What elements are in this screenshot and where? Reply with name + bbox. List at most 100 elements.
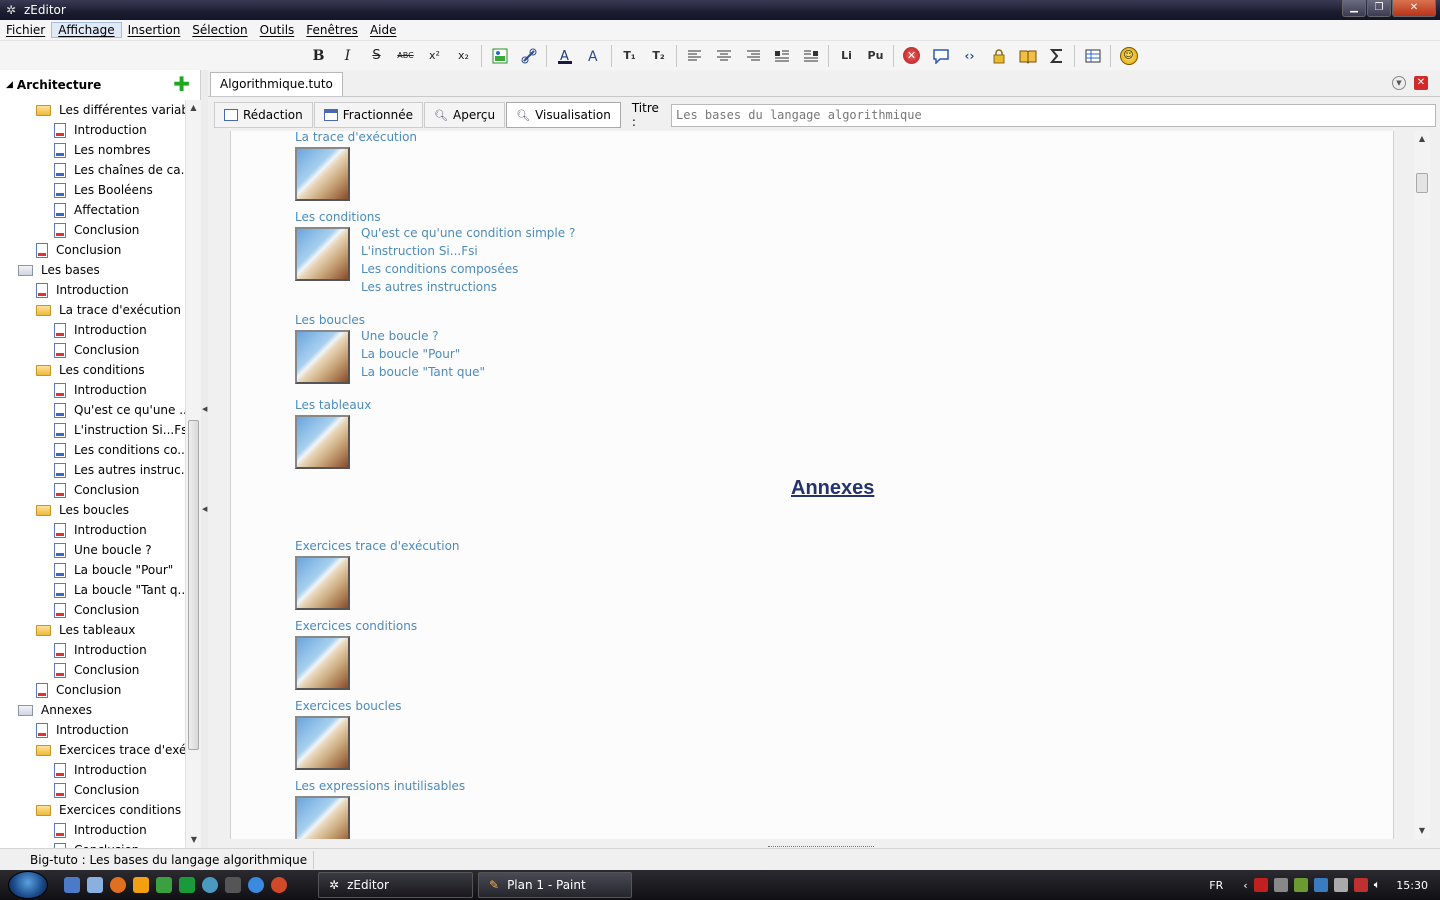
title1-button[interactable]: T₁ bbox=[617, 44, 643, 68]
tree-item[interactable]: Une boucle ? bbox=[0, 540, 185, 560]
section-link[interactable]: Les boucles bbox=[295, 313, 365, 327]
code-icon[interactable]: ‹› bbox=[957, 44, 983, 68]
annex-section-link[interactable]: Exercices conditions bbox=[295, 619, 417, 633]
app-icon[interactable] bbox=[248, 877, 264, 893]
align-left-icon[interactable] bbox=[682, 44, 708, 68]
show-desktop-icon[interactable] bbox=[64, 877, 80, 893]
float-left-icon[interactable] bbox=[769, 44, 795, 68]
task-zeditor[interactable]: ✲ zEditor bbox=[318, 872, 473, 898]
section-link[interactable]: Les conditions bbox=[295, 210, 381, 224]
title2-button[interactable]: T₂ bbox=[646, 44, 672, 68]
menu-selection[interactable]: Sélection bbox=[186, 23, 253, 37]
tab-algorithmique[interactable]: Algorithmique.tuto bbox=[210, 72, 343, 96]
tree-item[interactable]: Annexes bbox=[0, 700, 185, 720]
tree-item[interactable]: Introduction bbox=[0, 380, 185, 400]
ati-icon[interactable] bbox=[1253, 878, 1268, 892]
close-button[interactable]: ✕ bbox=[1392, 0, 1436, 17]
link-icon[interactable] bbox=[516, 44, 542, 68]
maximize-button[interactable]: ❐ bbox=[1367, 0, 1391, 17]
tray-app-icon[interactable] bbox=[1273, 878, 1288, 892]
float-right-icon[interactable] bbox=[798, 44, 824, 68]
tree-item[interactable]: Les chaînes de ca... bbox=[0, 160, 185, 180]
task-paint[interactable]: ✎ Plan 1 - Paint bbox=[478, 872, 632, 898]
font-color-icon[interactable]: A bbox=[552, 44, 578, 68]
subsection-link[interactable]: Une boucle ? bbox=[361, 327, 485, 345]
tree-item[interactable]: La boucle "Pour" bbox=[0, 560, 185, 580]
section-link[interactable]: La trace d'exécution bbox=[295, 131, 417, 144]
menu-fenetres[interactable]: Fenêtres bbox=[300, 23, 364, 37]
explorer-icon[interactable] bbox=[87, 877, 103, 893]
tree-item[interactable]: Les conditions bbox=[0, 360, 185, 380]
tree-item[interactable]: Les Booléens bbox=[0, 180, 185, 200]
clock[interactable]: 15:30 bbox=[1396, 879, 1428, 892]
viewer-scrollbar[interactable]: ▲ ▼ bbox=[1414, 131, 1430, 839]
tree-item[interactable]: Les conditions co... bbox=[0, 440, 185, 460]
mode-apercu[interactable]: 🔍︎ Aperçu bbox=[424, 102, 506, 128]
book-icon[interactable] bbox=[1015, 44, 1041, 68]
tree-item[interactable]: Introduction bbox=[0, 280, 185, 300]
subsection-link[interactable]: La boucle "Tant que" bbox=[361, 363, 485, 381]
security-icon[interactable] bbox=[1353, 878, 1368, 892]
tree-item[interactable]: Les boucles bbox=[0, 500, 185, 520]
smiley-icon[interactable]: ☺ bbox=[1116, 44, 1142, 68]
list-button[interactable]: Li bbox=[834, 44, 860, 68]
close-tab-icon[interactable]: ✕ bbox=[1414, 76, 1428, 90]
zeditor-quick-icon[interactable] bbox=[225, 877, 241, 893]
tree-item[interactable]: Conclusion bbox=[0, 480, 185, 500]
sidebar-scrollbar[interactable]: ▲ ▼ bbox=[185, 100, 201, 848]
tree-item[interactable]: La boucle "Tant q... bbox=[0, 580, 185, 600]
quote-icon[interactable] bbox=[928, 44, 954, 68]
italic-button[interactable]: I bbox=[335, 44, 361, 68]
math-icon[interactable] bbox=[1044, 44, 1070, 68]
tree-item[interactable]: Introduction bbox=[0, 520, 185, 540]
font-size-icon[interactable]: A bbox=[581, 44, 607, 68]
tree-item[interactable]: Conclusion bbox=[0, 240, 185, 260]
tree-item[interactable]: Affectation bbox=[0, 200, 185, 220]
tree-item[interactable]: Introduction bbox=[0, 760, 185, 780]
annex-section-link[interactable]: Exercices trace d'exécution bbox=[295, 539, 460, 553]
tree-item[interactable]: Exercices trace d'exéc... bbox=[0, 740, 185, 760]
tree-item[interactable]: Conclusion bbox=[0, 780, 185, 800]
tree-item[interactable]: Introduction bbox=[0, 120, 185, 140]
align-right-icon[interactable] bbox=[740, 44, 766, 68]
mode-redaction[interactable]: Rédaction bbox=[214, 102, 313, 128]
start-button[interactable] bbox=[8, 871, 48, 899]
menu-aide[interactable]: Aide bbox=[364, 23, 403, 37]
menu-fichier[interactable]: Fichier bbox=[0, 23, 51, 37]
subscript-button[interactable]: x₂ bbox=[451, 44, 477, 68]
annex-section-link[interactable]: Exercices boucles bbox=[295, 699, 401, 713]
scroll-down-arrow-icon[interactable]: ▼ bbox=[1414, 823, 1430, 839]
title-input[interactable]: Les bases du langage algorithmique bbox=[671, 103, 1436, 127]
volume-icon[interactable]: 🔈︎ bbox=[1374, 878, 1381, 892]
scroll-down-arrow-icon[interactable]: ▼ bbox=[186, 832, 202, 848]
tree-item[interactable]: Les nombres bbox=[0, 140, 185, 160]
tree-item[interactable]: La trace d'exécution bbox=[0, 300, 185, 320]
puce-button[interactable]: Pu bbox=[863, 44, 889, 68]
tray-expand-icon[interactable]: ‹ bbox=[1243, 879, 1247, 892]
tree-item[interactable]: Introduction bbox=[0, 640, 185, 660]
section-link[interactable]: Les tableaux bbox=[295, 398, 371, 412]
scroll-thumb[interactable] bbox=[188, 420, 199, 750]
tree-item[interactable]: Conclusion bbox=[0, 840, 185, 848]
table-icon[interactable] bbox=[1080, 44, 1106, 68]
menu-insertion[interactable]: Insertion bbox=[122, 23, 187, 37]
tree-item[interactable]: Conclusion bbox=[0, 600, 185, 620]
collapse-triangle-icon[interactable]: ◢ bbox=[6, 80, 13, 90]
scroll-thumb[interactable] bbox=[1416, 173, 1428, 193]
tray-app-icon[interactable] bbox=[1293, 878, 1308, 892]
tree-item[interactable]: Exercices conditions bbox=[0, 800, 185, 820]
tree-item[interactable]: Introduction bbox=[0, 720, 185, 740]
panel-splitter[interactable]: ◀ ◀ bbox=[201, 70, 208, 848]
erase-icon[interactable]: ✕ bbox=[899, 44, 925, 68]
media-player-icon[interactable] bbox=[133, 877, 149, 893]
tree-item[interactable]: Les bases bbox=[0, 260, 185, 280]
add-plus-icon[interactable]: ✚ bbox=[173, 74, 190, 94]
menu-affichage[interactable]: Affichage bbox=[51, 22, 122, 38]
mode-fractionnee[interactable]: Fractionnée bbox=[313, 102, 424, 128]
subsection-link[interactable]: Les autres instructions bbox=[361, 278, 575, 296]
tray-app-icon[interactable] bbox=[1313, 878, 1328, 892]
secret-lock-icon[interactable] bbox=[986, 44, 1012, 68]
bold-button[interactable]: B bbox=[306, 44, 332, 68]
network-icon[interactable] bbox=[1333, 878, 1348, 892]
minimize-button[interactable]: ▁ bbox=[1342, 0, 1366, 17]
